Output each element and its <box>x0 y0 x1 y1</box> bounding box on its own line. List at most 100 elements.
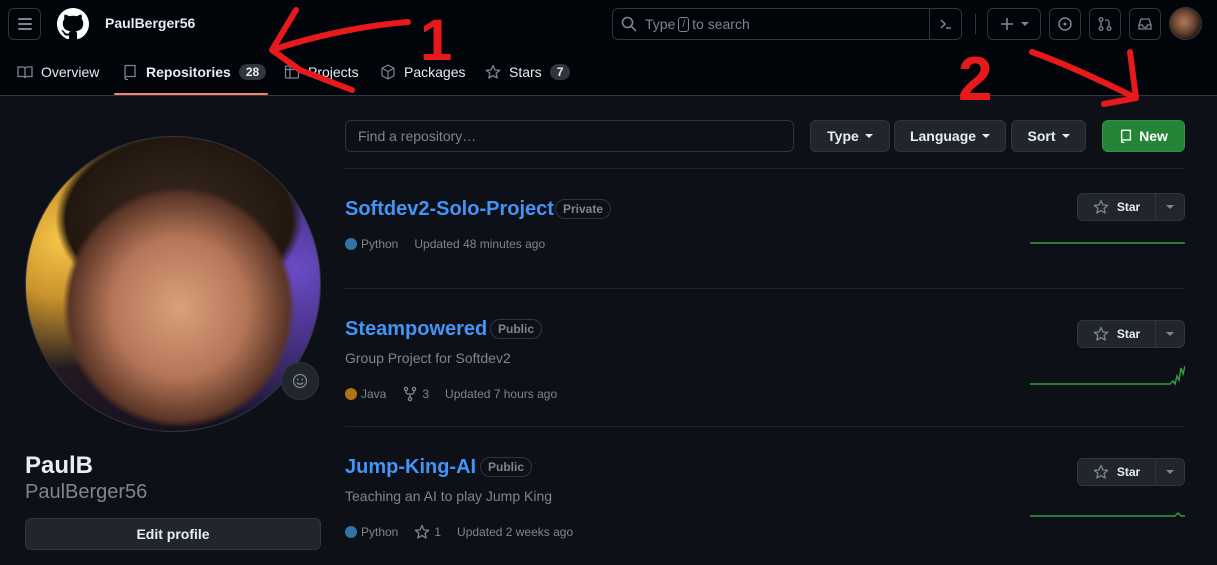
header-divider <box>975 14 976 34</box>
repo-updated: Updated 2 weeks ago <box>457 525 574 539</box>
tab-label: Repositories <box>146 64 231 80</box>
package-icon <box>381 64 395 80</box>
smiley-icon <box>292 373 308 389</box>
list-divider <box>345 426 1185 427</box>
search-icon <box>621 16 637 32</box>
repo-language: Python <box>361 237 399 251</box>
profile-avatar[interactable] <box>25 136 321 432</box>
repo-icon <box>1121 129 1132 143</box>
language-filter-button[interactable]: Language <box>894 120 1006 152</box>
star-label: Star <box>1116 465 1141 479</box>
sort-label: Sort <box>1027 128 1056 144</box>
star-icon <box>415 524 430 539</box>
command-palette-button[interactable] <box>929 9 961 39</box>
profile-login: PaulBerger56 <box>25 481 148 503</box>
sort-button[interactable]: Sort <box>1011 120 1086 152</box>
list-divider <box>345 168 1185 169</box>
menu-button[interactable] <box>8 8 41 40</box>
activity-sparkline <box>1030 242 1185 244</box>
fork-count: 3 <box>422 387 430 401</box>
star-list-dropdown[interactable] <box>1156 459 1184 485</box>
chevron-down-icon <box>1021 22 1029 26</box>
language-filter-label: Language <box>909 128 977 144</box>
chevron-down-icon <box>1061 134 1070 138</box>
star-button[interactable]: Star <box>1077 458 1185 486</box>
star-list-dropdown[interactable] <box>1156 321 1184 347</box>
github-logo-icon[interactable] <box>57 8 89 40</box>
user-avatar[interactable] <box>1169 7 1202 40</box>
tab-projects[interactable]: Projects <box>284 58 359 86</box>
language-color-dot <box>345 238 357 250</box>
star-button[interactable]: Star <box>1077 320 1185 348</box>
language-color-dot <box>345 388 357 400</box>
star-count: 1 <box>434 525 442 539</box>
chevron-down-icon <box>1166 332 1174 336</box>
forks-link[interactable]: 3 <box>402 386 429 402</box>
star-icon <box>1093 199 1109 214</box>
star-label: Star <box>1116 200 1141 214</box>
list-divider <box>345 288 1185 289</box>
issues-button[interactable] <box>1049 8 1081 40</box>
issue-icon <box>1058 17 1072 31</box>
new-repository-button[interactable]: New <box>1102 120 1185 152</box>
repo-language: Java <box>361 387 387 401</box>
star-main[interactable]: Star <box>1078 459 1156 485</box>
star-icon <box>1093 464 1109 479</box>
repo-icon <box>124 64 136 80</box>
new-button-label: New <box>1139 128 1168 144</box>
tab-label: Projects <box>308 64 359 80</box>
repo-description: Teaching an AI to play Jump King <box>345 488 553 504</box>
star-icon <box>485 64 501 79</box>
tab-stars[interactable]: Stars 7 <box>485 58 571 86</box>
star-icon <box>1093 326 1109 341</box>
chevron-down-icon <box>1166 205 1174 209</box>
repo-name-link[interactable]: Softdev2-Solo-Project <box>345 198 554 221</box>
language-color-dot <box>345 526 357 538</box>
visibility-badge: Public <box>490 319 543 339</box>
find-repository-input[interactable]: Find a repository… <box>345 120 794 152</box>
book-icon <box>17 66 33 79</box>
repo-meta: Java 3 Updated 7 hours ago <box>345 386 573 402</box>
stargazers-link[interactable]: 1 <box>414 524 441 540</box>
edit-profile-button[interactable]: Edit profile <box>25 518 321 550</box>
pull-requests-button[interactable] <box>1089 8 1121 40</box>
visibility-badge: Private <box>555 199 612 219</box>
set-status-button[interactable] <box>281 362 319 400</box>
visibility-badge: Public <box>480 457 533 477</box>
type-filter-button[interactable]: Type <box>810 120 890 152</box>
inbox-icon <box>1138 18 1152 30</box>
repo-name-link[interactable]: Jump-King-AI <box>345 456 476 479</box>
star-button[interactable]: Star <box>1077 193 1185 221</box>
repo-meta: Python Updated 48 minutes ago <box>345 237 561 251</box>
tab-label: Stars <box>509 64 542 80</box>
tab-repositories[interactable]: Repositories 28 <box>122 58 267 86</box>
inbox-button[interactable] <box>1129 8 1161 40</box>
repo-description: Group Project for Softdev2 <box>345 350 511 366</box>
repo-count-badge: 28 <box>238 64 267 80</box>
star-main[interactable]: Star <box>1078 194 1156 220</box>
activity-sparkline <box>1030 365 1185 386</box>
tab-packages[interactable]: Packages <box>380 58 465 86</box>
tab-overview[interactable]: Overview <box>17 58 99 86</box>
pull-request-icon <box>1098 17 1112 31</box>
search-suffix: to search <box>692 16 750 32</box>
activity-sparkline <box>1030 511 1185 517</box>
repo-name-link[interactable]: Steampowered <box>345 318 487 341</box>
terminal-icon <box>939 19 951 29</box>
star-main[interactable]: Star <box>1078 321 1156 347</box>
search-shortcut-key: / <box>678 16 690 32</box>
repo-updated: Updated 7 hours ago <box>445 387 558 401</box>
repo-updated: Updated 48 minutes ago <box>414 237 546 251</box>
global-header: PaulBerger56 Type / to search Overview R… <box>0 0 1217 96</box>
star-list-dropdown[interactable] <box>1156 194 1184 220</box>
fork-icon <box>404 386 417 402</box>
create-new-button[interactable] <box>987 8 1041 40</box>
tab-label: Packages <box>404 64 466 80</box>
plus-icon <box>1001 18 1013 30</box>
search-input[interactable]: Type / to search <box>612 8 962 40</box>
repo-language: Python <box>361 525 399 539</box>
chevron-down-icon <box>982 134 991 138</box>
active-tab-indicator <box>114 93 268 95</box>
header-username[interactable]: PaulBerger56 <box>105 15 195 31</box>
search-prefix: Type <box>645 16 676 32</box>
